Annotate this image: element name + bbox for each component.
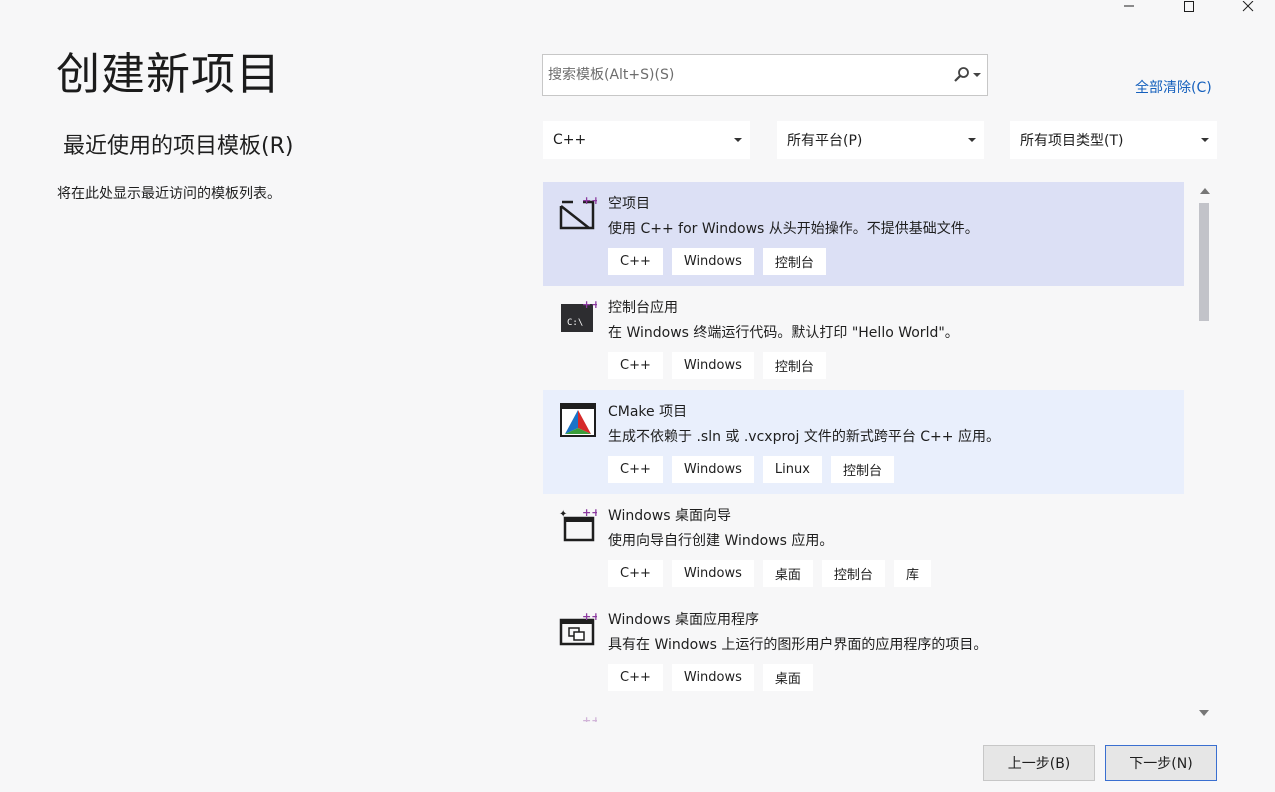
template-name: Windows 桌面向导	[608, 508, 731, 524]
scroll-thumb[interactable]	[1199, 203, 1209, 321]
template-description: 具有在 Windows 上运行的图形用户界面的应用程序的项目。	[608, 637, 988, 653]
chevron-down-icon	[968, 138, 976, 142]
tag: C++	[608, 248, 663, 275]
tag: 控制台	[762, 352, 826, 379]
clear-all-link[interactable]: 全部清除(C)	[1135, 77, 1212, 97]
search-options[interactable]	[953, 66, 987, 84]
template-tags: C++ Windows 控制台	[608, 352, 826, 379]
tag: 桌面	[762, 664, 813, 691]
cmake-icon	[560, 403, 596, 437]
tag: 控制台	[821, 560, 885, 587]
language-filter-value: C++	[553, 132, 587, 148]
tag: Windows	[671, 456, 754, 483]
tag: 控制台	[762, 248, 826, 275]
svg-text:++: ++	[582, 194, 597, 207]
tag: 控制台	[830, 456, 894, 483]
tag: Windows	[671, 352, 754, 379]
recent-templates-empty-text: 将在此处显示最近访问的模板列表。	[57, 186, 281, 202]
tag: Linux	[762, 456, 822, 483]
close-icon	[1242, 1, 1254, 12]
tag: C++	[608, 352, 663, 379]
template-search-input[interactable]	[543, 55, 953, 95]
svg-text:✦: ✦	[559, 509, 567, 520]
template-list-scrollbar[interactable]	[1194, 182, 1214, 722]
maximize-icon	[1184, 1, 1194, 12]
template-list[interactable]: ++ 空项目 使用 C++ for Windows 从头开始操作。不提供基础文件…	[543, 182, 1184, 722]
project-type-filter[interactable]: 所有项目类型(T)	[1010, 121, 1217, 159]
template-item-desktop-wizard[interactable]: ✦ ++ Windows 桌面向导 使用向导自行创建 Windows 应用。 C…	[543, 494, 1184, 598]
maximize-button[interactable]	[1166, 0, 1212, 14]
template-description: 使用 C++ for Windows 从头开始操作。不提供基础文件。	[608, 221, 979, 237]
tag: Windows	[671, 664, 754, 691]
scroll-up-arrow-icon[interactable]	[1200, 188, 1210, 194]
svg-text:++: ++	[582, 298, 597, 311]
template-tags: C++ Windows Linux 控制台	[608, 456, 894, 483]
svg-text:++: ++	[582, 610, 597, 623]
project-icon: ++	[582, 714, 597, 722]
search-icon	[954, 67, 969, 82]
next-button[interactable]: 下一步(N)	[1105, 745, 1217, 781]
tag: Windows	[671, 248, 754, 275]
tag: C++	[608, 456, 663, 483]
svg-text:++: ++	[582, 714, 597, 722]
tag: Windows	[671, 560, 754, 587]
recent-templates-heading: 最近使用的项目模板(R)	[63, 134, 294, 159]
platform-filter[interactable]: 所有平台(P)	[777, 121, 984, 159]
template-description: 生成不依赖于 .sln 或 .vcxproj 文件的新式跨平台 C++ 应用。	[608, 429, 1000, 445]
tag: 桌面	[762, 560, 813, 587]
template-name: 空项目	[608, 196, 650, 212]
template-search-box	[542, 54, 988, 96]
template-name: 控制台应用	[608, 300, 678, 316]
console-app-icon: C:\ ++	[561, 298, 597, 332]
template-tags: C++ Windows 桌面	[608, 664, 813, 691]
back-button[interactable]: 上一步(B)	[983, 745, 1095, 781]
project-type-filter-value: 所有项目类型(T)	[1020, 133, 1124, 149]
template-tags: C++ Windows 控制台	[608, 248, 826, 275]
chevron-down-icon	[1201, 138, 1209, 142]
template-description: 在 Windows 终端运行代码。默认打印 "Hello World"。	[608, 325, 959, 341]
scroll-down-arrow-icon[interactable]	[1199, 710, 1209, 716]
tag: 库	[893, 560, 931, 587]
tag: C++	[608, 560, 663, 587]
language-filter[interactable]: C++	[543, 121, 750, 159]
svg-text:C:\: C:\	[567, 318, 583, 328]
template-item-empty-project[interactable]: ++ 空项目 使用 C++ for Windows 从头开始操作。不提供基础文件…	[543, 182, 1184, 286]
minimize-button[interactable]	[1106, 0, 1152, 14]
template-item-partial[interactable]: ++	[543, 702, 1184, 722]
desktop-app-icon: ++	[559, 610, 597, 646]
template-tags: C++ Windows 桌面 控制台 库	[608, 560, 931, 587]
template-item-desktop-app[interactable]: ++ Windows 桌面应用程序 具有在 Windows 上运行的图形用户界面…	[543, 598, 1184, 702]
template-description: 使用向导自行创建 Windows 应用。	[608, 533, 834, 549]
svg-text:++: ++	[582, 506, 597, 519]
page-title: 创建新项目	[56, 49, 281, 100]
chevron-down-icon	[734, 138, 742, 142]
template-name: CMake 项目	[608, 404, 688, 420]
desktop-wizard-icon: ✦ ++	[559, 506, 597, 542]
close-button[interactable]	[1225, 0, 1271, 14]
chevron-down-icon	[973, 73, 981, 77]
template-name: Windows 桌面应用程序	[608, 612, 759, 628]
platform-filter-value: 所有平台(P)	[787, 133, 863, 149]
minimize-icon	[1124, 5, 1134, 7]
tag: C++	[608, 664, 663, 691]
template-item-console-app[interactable]: C:\ ++ 控制台应用 在 Windows 终端运行代码。默认打印 "Hell…	[543, 286, 1184, 390]
empty-project-icon: ++	[559, 194, 597, 230]
template-item-cmake-project[interactable]: CMake 项目 生成不依赖于 .sln 或 .vcxproj 文件的新式跨平台…	[543, 390, 1184, 494]
